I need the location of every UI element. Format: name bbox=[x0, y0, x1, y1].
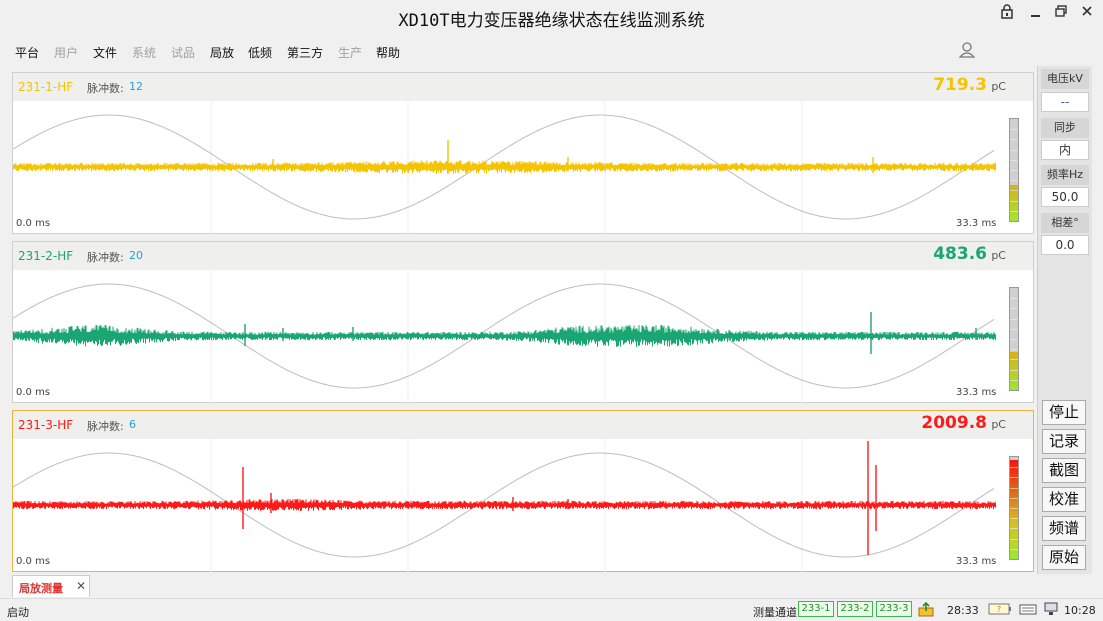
channel-panel-2[interactable]: 231-2-HF 脉冲数: 20 483.6 pC 0.0 ms 33.3 ms bbox=[12, 241, 1034, 403]
pulse-count-label: 脉冲数: bbox=[87, 251, 124, 264]
keyboard-icon[interactable] bbox=[1019, 602, 1037, 619]
sync-value[interactable]: 内 bbox=[1041, 140, 1089, 160]
phase-value: 0.0 bbox=[1041, 235, 1089, 255]
menu-item[interactable]: 局放 bbox=[210, 44, 234, 61]
level-meter bbox=[1009, 118, 1019, 222]
menu-item: 用户 bbox=[54, 46, 79, 60]
signal-trace bbox=[13, 324, 996, 348]
export-icon[interactable] bbox=[918, 601, 934, 620]
pulse-count-label: 脉冲数: bbox=[87, 82, 124, 95]
waveform-plot bbox=[13, 439, 996, 572]
close-icon[interactable]: ✕ bbox=[76, 579, 86, 593]
restore-icon[interactable] bbox=[1055, 4, 1067, 23]
waveform-plot bbox=[13, 270, 996, 403]
side-panel: 电压kV -- 同步 内 频率Hz 50.0 相差° 0.0 停止记录截图校准频… bbox=[1037, 66, 1092, 574]
level-meter-fill bbox=[1010, 352, 1018, 390]
phase-label: 相差° bbox=[1041, 213, 1089, 233]
level-meter bbox=[1009, 456, 1019, 560]
side-button-1[interactable]: 停止 bbox=[1042, 400, 1086, 425]
app-title: XD10T电力变压器绝缘状态在线监测系统 bbox=[398, 11, 705, 31]
channel-panel-1[interactable]: 231-1-HF 脉冲数: 12 719.3 pC 0.0 ms 33.3 ms bbox=[12, 72, 1034, 234]
channel-header: 231-1-HF 脉冲数: 12 719.3 pC bbox=[13, 73, 1033, 101]
channel-header: 231-2-HF 脉冲数: 20 483.6 pC bbox=[13, 242, 1033, 270]
lock-icon[interactable] bbox=[1001, 4, 1013, 23]
channel-panel-3[interactable]: 231-3-HF 脉冲数: 6 2009.8 pC 0.0 ms 33.3 ms bbox=[12, 410, 1034, 572]
menu-item: 试品 bbox=[171, 46, 196, 60]
clock-time: 10:28 bbox=[1064, 604, 1096, 617]
pc-unit: pC bbox=[991, 418, 1006, 431]
measure-channel-label: 测量通道 bbox=[753, 606, 797, 619]
menu-item: 生产 bbox=[338, 46, 363, 60]
tab-label: 局放测量 bbox=[19, 582, 63, 595]
level-meter bbox=[1009, 287, 1019, 391]
menu-item[interactable]: 帮助 bbox=[376, 44, 400, 61]
waveform-plot bbox=[13, 101, 996, 234]
channel-name: 231-3-HF bbox=[18, 418, 74, 432]
menu-item: 系统 bbox=[132, 46, 157, 60]
network-icon bbox=[1043, 602, 1059, 619]
elapsed-time: 28:33 bbox=[947, 604, 979, 617]
pulse-count-value: 6 bbox=[129, 418, 136, 431]
signal-trace bbox=[13, 498, 996, 512]
side-button-3[interactable]: 截图 bbox=[1042, 458, 1086, 483]
pc-value: 483.6 bbox=[933, 244, 987, 264]
pc-unit: pC bbox=[991, 249, 1006, 262]
pulse-count-label: 脉冲数: bbox=[87, 420, 124, 433]
level-meter-fill bbox=[1010, 460, 1018, 559]
voltage-label: 电压kV bbox=[1041, 69, 1089, 89]
title-bar: XD10T电力变压器绝缘状态在线监测系统 bbox=[0, 0, 1103, 36]
pc-value: 719.3 bbox=[933, 75, 987, 95]
pulse-count-value: 12 bbox=[129, 80, 143, 93]
status-channel-3[interactable]: 233-3 bbox=[876, 601, 912, 617]
side-button-4[interactable]: 校准 bbox=[1042, 487, 1086, 512]
channel-header: 231-3-HF 脉冲数: 6 2009.8 pC bbox=[13, 411, 1033, 439]
battery-icon: ? bbox=[988, 602, 1012, 619]
status-text: 启动 bbox=[7, 606, 29, 619]
freq-value: 50.0 bbox=[1041, 187, 1089, 207]
menu-item[interactable]: 文件 bbox=[93, 44, 117, 61]
voltage-value: -- bbox=[1041, 92, 1089, 112]
close-icon[interactable] bbox=[1081, 4, 1093, 23]
pc-unit: pC bbox=[991, 80, 1006, 93]
channel-name: 231-1-HF bbox=[18, 80, 74, 94]
signal-trace bbox=[13, 160, 996, 174]
status-channel-2[interactable]: 233-2 bbox=[837, 601, 873, 617]
channel-name: 231-2-HF bbox=[18, 249, 74, 263]
side-button-6[interactable]: 原始 bbox=[1042, 545, 1086, 570]
status-bar: 启动 测量通道 233-1 233-2 233-3 28:33 ? 10:28 bbox=[0, 598, 1103, 621]
menu-item[interactable]: 平台 bbox=[15, 44, 39, 61]
status-channel-1[interactable]: 233-1 bbox=[798, 601, 834, 617]
sync-label: 同步 bbox=[1041, 118, 1089, 138]
user-icon[interactable] bbox=[958, 41, 976, 62]
side-button-2[interactable]: 记录 bbox=[1042, 429, 1086, 454]
svg-text:?: ? bbox=[997, 605, 1001, 614]
tab-pd-measurement[interactable]: 局放测量 ✕ bbox=[12, 575, 90, 597]
menu-item[interactable]: 第三方 bbox=[287, 44, 323, 61]
menu-item[interactable]: 低频 bbox=[248, 44, 272, 61]
pulse-count-value: 20 bbox=[129, 249, 143, 262]
freq-label: 频率Hz bbox=[1041, 165, 1089, 185]
minimize-icon[interactable] bbox=[1030, 4, 1042, 23]
menu-bar: 平台 用户 文件 系统 试品 局放 低频 第三方 生产 帮助 bbox=[0, 40, 1103, 64]
pc-value: 2009.8 bbox=[921, 413, 987, 433]
side-button-5[interactable]: 频谱 bbox=[1042, 516, 1086, 541]
